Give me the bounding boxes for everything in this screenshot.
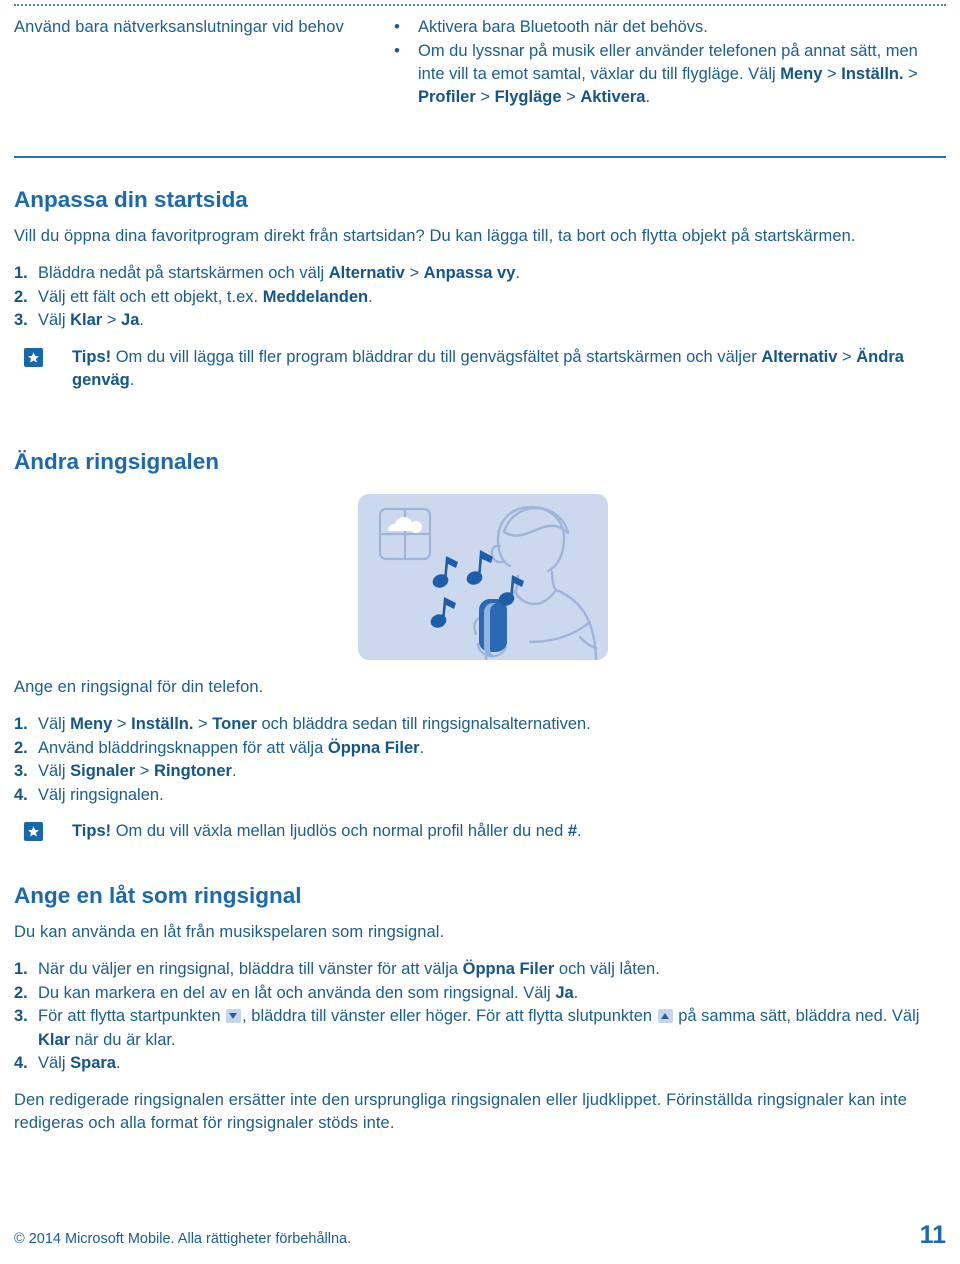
arrow-up-badge-icon: [657, 1009, 673, 1023]
arrow-down-badge-icon: [226, 1009, 242, 1023]
step-text: Välj Klar > Ja.: [38, 311, 144, 329]
emphasis-text: Ja: [555, 983, 574, 1002]
step-text: Välj ringsignalen.: [38, 785, 164, 804]
top-dotted-divider: [14, 4, 946, 6]
emphasis-text: Meddelanden: [262, 287, 369, 306]
emphasis-text: Ringtoner: [154, 762, 232, 780]
list-item: Aktivera bara Bluetooth när det behövs.: [386, 15, 946, 39]
emphasis-text: Ja: [121, 311, 140, 329]
step-text: När du väljer en ringsignal, bläddra til…: [38, 960, 660, 978]
step-number: 2.: [14, 738, 28, 757]
emphasis-text: Meny: [780, 65, 823, 83]
section-intro-paragraph: Du kan använda en låt från musikspelaren…: [14, 923, 445, 941]
page-title: Ändra ringsignalen: [14, 449, 220, 474]
emphasis-text: Inställn.: [131, 715, 194, 733]
list-item: Om du lyssnar på musik eller använder te…: [386, 39, 946, 109]
intro-table: Använd bara nätverksanslutningar vid beh…: [14, 15, 946, 110]
emphasis-text: Profiler: [418, 88, 476, 106]
step-number: 1.: [14, 715, 28, 733]
section-divider-rule: [14, 156, 946, 158]
step-text: Välj Signaler > Ringtoner.: [38, 762, 237, 780]
emphasis-text: Öppna Filer: [327, 738, 420, 757]
step-text: Välj Meny > Inställn. > Toner och bläddr…: [38, 715, 591, 733]
step-number: 4.: [14, 785, 28, 804]
page-title: Ange en låt som ringsignal: [14, 883, 302, 908]
tip-callout: Tips! Om du vill växla mellan ljudlös oc…: [14, 820, 946, 844]
emphasis-text: Meny: [70, 715, 113, 733]
emphasis-text: Flygläge: [494, 88, 562, 106]
emphasis-text: Alternativ: [328, 264, 405, 282]
emphasis-text: Aktivera: [580, 88, 646, 106]
section-intro-paragraph: Vill du öppna dina favoritprogram direkt…: [14, 227, 856, 245]
star-tip-icon: [24, 347, 43, 367]
list-item: 2. Du kan markera en del av en låt och an…: [14, 982, 946, 1006]
emphasis-text: Tips!: [72, 822, 112, 840]
star-tip-icon: [24, 822, 43, 841]
page-number: 11: [919, 1221, 946, 1249]
section-note-paragraph: Den redigerade ringsignalen ersätter int…: [14, 1090, 908, 1132]
emphasis-text: #: [567, 822, 578, 840]
steps-list: 1. När du väljer en ringsignal, bläddra t…: [14, 958, 946, 1076]
list-item: 2. Använd bläddringsknappen för att välja…: [14, 737, 946, 761]
copyright-text: © 2014 Microsoft Mobile. Alla rättighete…: [14, 1231, 352, 1247]
list-item: 1. Bläddra nedåt på startskärmen och välj…: [14, 262, 946, 286]
emphasis-text: Spara: [70, 1054, 116, 1072]
emphasis-text: Alternativ: [761, 347, 838, 366]
emphasis-text: Öppna Filer: [462, 960, 555, 978]
step-text: Du kan markera en del av en låt och anvä…: [38, 983, 579, 1002]
document-page: Använd bara nätverksanslutningar vid beh…: [0, 0, 960, 1264]
list-item: 3. Välj Klar > Ja.: [14, 309, 946, 333]
step-number: 2.: [14, 287, 28, 306]
list-item: 3. Välj Signaler > Ringtoner.: [14, 760, 946, 784]
step-number: 2.: [14, 983, 28, 1002]
step-number: 1.: [14, 960, 28, 978]
section-intro-paragraph: Ange en ringsignal för din telefon.: [14, 678, 264, 696]
step-text: Bläddra nedåt på startskärmen och välj A…: [38, 264, 520, 282]
tip-text: Tips! Om du vill växla mellan ljudlös oc…: [72, 822, 582, 840]
list-item: 1. När du väljer en ringsignal, bläddra t…: [14, 958, 946, 982]
emphasis-text: Klar: [38, 1030, 71, 1049]
intro-table-left-cell: Använd bara nätverksanslutningar vid beh…: [14, 18, 344, 36]
step-number: 3.: [14, 311, 28, 329]
emphasis-text: Toner: [212, 715, 257, 733]
step-number: 4.: [14, 1054, 28, 1072]
emphasis-text: Klar: [70, 311, 103, 329]
emphasis-text: Tips!: [72, 347, 112, 366]
step-number: 3.: [14, 1007, 28, 1025]
list-item: 4. Välj Spara.: [14, 1052, 946, 1076]
list-item: 1. Välj Meny > Inställn. > Toner och bläd…: [14, 713, 946, 737]
person-listening-to-music-illustration: [358, 494, 608, 660]
list-item: 3. För att flytta startpunkten , bläddra …: [14, 1005, 946, 1052]
page-footer: © 2014 Microsoft Mobile. Alla rättighete…: [14, 1222, 946, 1248]
intro-table-right-cell: Aktivera bara Bluetooth när det behövs. …: [386, 15, 946, 110]
list-item: 4. Välj ringsignalen.: [14, 784, 946, 808]
tip-callout: Tips! Om du vill lägga till fler program…: [14, 346, 946, 393]
step-number: 1.: [14, 264, 28, 282]
section-ringsignal-body: Ange en ringsignal för din telefon. 1. Vä…: [14, 676, 946, 844]
emphasis-text: Anpassa vy: [423, 264, 516, 282]
step-number: 3.: [14, 762, 28, 780]
section-ange-en-lat-som-ringsignal: Ange en låt som ringsignal Du kan använd…: [14, 882, 946, 1135]
emphasis-text: Signaler: [70, 762, 136, 780]
list-item: 2. Välj ett fält och ett objekt, t.ex. Me…: [14, 286, 946, 310]
tip-text: Tips! Om du vill lägga till fler program…: [72, 347, 904, 390]
page-title: Anpassa din startsida: [14, 187, 248, 212]
step-text: Använd bläddringsknappen för att välja Ö…: [38, 738, 425, 757]
emphasis-text: Inställn.: [841, 65, 904, 83]
steps-list: 1. Välj Meny > Inställn. > Toner och bläd…: [14, 713, 946, 807]
section-andra-ringsignalen: Ändra ringsignalen: [14, 448, 946, 476]
step-text: För att flytta startpunkten , bläddra ti…: [38, 1007, 920, 1049]
steps-list: 1. Bläddra nedåt på startskärmen och välj…: [14, 262, 946, 333]
intro-bullet-list: Aktivera bara Bluetooth när det behövs. …: [386, 15, 946, 109]
section-anpassa-din-startsida: Anpassa din startsida Vill du öppna dina…: [14, 186, 946, 393]
step-text: Välj ett fält och ett objekt, t.ex. Medd…: [38, 287, 373, 306]
step-text: Välj Spara.: [38, 1054, 121, 1072]
